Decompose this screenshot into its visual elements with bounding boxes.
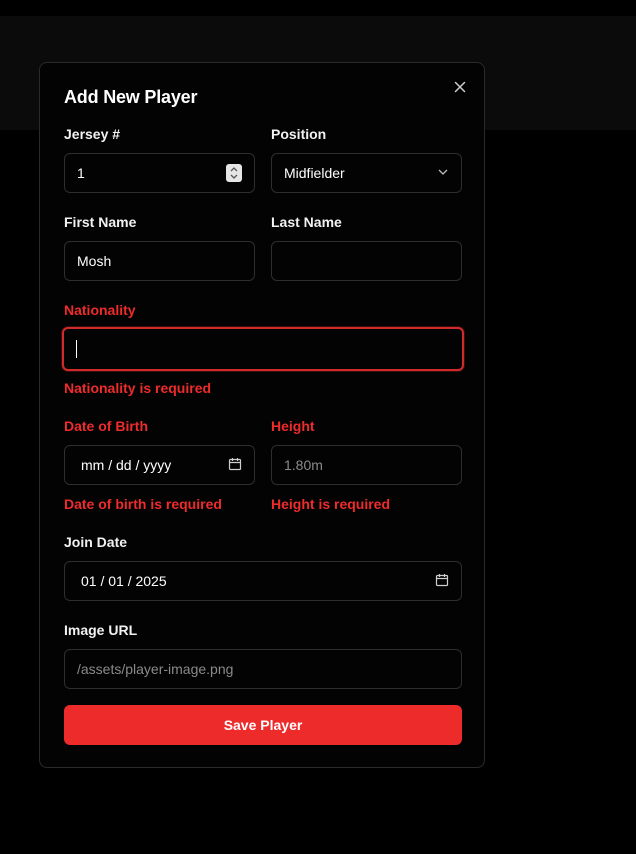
- add-player-dialog: Add New Player Jersey # 1 Position Midfi…: [39, 62, 485, 768]
- number-stepper-icon[interactable]: [226, 164, 242, 182]
- nationality-error: Nationality is required: [64, 380, 212, 396]
- jersey-label: Jersey #: [64, 126, 121, 142]
- date-of-birth-input[interactable]: mm / dd / yyyy: [64, 445, 255, 485]
- date-of-birth-error: Date of birth is required: [64, 496, 222, 512]
- last-name-label: Last Name: [271, 214, 342, 230]
- nationality-label: Nationality: [64, 302, 136, 318]
- height-label: Height: [271, 418, 315, 434]
- position-select[interactable]: Midfielder: [271, 153, 462, 193]
- join-date-input[interactable]: 01 / 01 / 2025: [64, 561, 462, 601]
- text-cursor: [76, 340, 77, 358]
- close-icon[interactable]: [452, 79, 468, 95]
- position-label: Position: [271, 126, 327, 142]
- date-of-birth-value: mm / dd / yyyy: [81, 457, 172, 473]
- image-url-input[interactable]: /assets/player-image.png: [64, 649, 462, 689]
- height-error: Height is required: [271, 496, 391, 512]
- dialog-title: Add New Player: [64, 87, 198, 107]
- height-placeholder: 1.80m: [284, 457, 323, 473]
- calendar-icon[interactable]: [228, 457, 242, 474]
- save-player-button[interactable]: Save Player: [64, 705, 462, 745]
- first-name-label: First Name: [64, 214, 137, 230]
- nationality-input[interactable]: [62, 327, 464, 371]
- calendar-icon[interactable]: [435, 573, 449, 590]
- first-name-value: Mosh: [77, 253, 112, 269]
- image-url-label: Image URL: [64, 622, 138, 638]
- first-name-input[interactable]: Mosh: [64, 241, 255, 281]
- jersey-number-value: 1: [77, 165, 85, 181]
- join-date-value: 01 / 01 / 2025: [81, 573, 167, 589]
- position-selected-value: Midfielder: [284, 165, 345, 181]
- image-url-placeholder: /assets/player-image.png: [77, 661, 234, 677]
- date-of-birth-label: Date of Birth: [64, 418, 148, 434]
- height-input[interactable]: 1.80m: [271, 445, 462, 485]
- jersey-number-input[interactable]: 1: [64, 153, 255, 193]
- chevron-down-icon: [437, 165, 449, 181]
- last-name-input[interactable]: [271, 241, 462, 281]
- join-date-label: Join Date: [64, 534, 128, 550]
